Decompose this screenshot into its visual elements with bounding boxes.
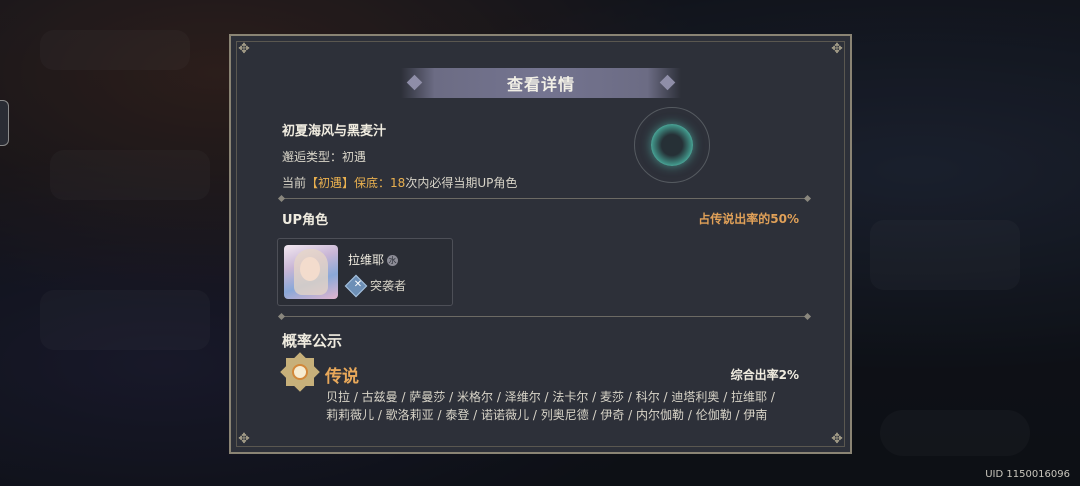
- corner-ornament-icon: ✥: [238, 41, 250, 57]
- details-dialog: ✥ ✥ ✥ ✥ 查看详情 初夏海风与黑麦汁 邂逅类型：初遇 当前【初遇】保底：1…: [229, 34, 852, 454]
- pity-suffix: 次内必得当期UP角色: [405, 176, 518, 190]
- assault-class-icon: ✕: [344, 274, 368, 298]
- character-name: 拉维耶: [348, 253, 385, 267]
- character-portrait: [284, 245, 338, 299]
- up-character-card[interactable]: 拉维耶水 ✕ 突袭者: [277, 238, 453, 306]
- dialog-title-banner: 查看详情: [401, 68, 681, 98]
- dialog-title: 查看详情: [506, 75, 575, 94]
- character-name-row: 拉维耶水: [348, 251, 399, 268]
- legend-rarity-icon: [280, 352, 320, 392]
- encounter-type-row: 邂逅类型：初遇: [282, 148, 366, 165]
- character-list-line: 贝拉 / 古兹曼 / 萨曼莎 / 米格尔 / 泽维尔 / 法卡尔 / 麦莎 / …: [326, 390, 775, 404]
- pity-info-row: 当前【初遇】保底：18次内必得当期UP角色: [282, 174, 517, 191]
- up-character-label: UP角色: [282, 213, 329, 228]
- character-class: 突袭者: [370, 279, 407, 293]
- encounter-type-value: 初遇: [342, 150, 367, 164]
- corner-ornament-icon: ✥: [831, 41, 843, 57]
- section-divider: [282, 198, 807, 199]
- section-divider: [282, 316, 807, 317]
- element-badge-icon: 水: [387, 255, 399, 266]
- user-id: UID 1150016096: [985, 469, 1070, 480]
- banner-name: 初夏海风与黑麦汁: [282, 124, 387, 139]
- side-tab-handle[interactable]: [0, 100, 9, 146]
- character-list-line: 莉莉薇儿 / 歌洛莉亚 / 泰登 / 诺诺薇儿 / 列奥尼德 / 伊奇 / 内尔…: [326, 408, 768, 422]
- banner-orb-icon: [634, 107, 710, 183]
- corner-ornament-icon: ✥: [238, 431, 250, 447]
- corner-ornament-icon: ✥: [831, 431, 843, 447]
- pity-prefix: 当前: [282, 176, 307, 190]
- up-rate-text: 占传说出率的50%: [698, 212, 799, 226]
- legend-character-list: 贝拉 / 古兹曼 / 萨曼莎 / 米格尔 / 泽维尔 / 法卡尔 / 麦莎 / …: [326, 388, 816, 424]
- glowing-orb: [651, 124, 693, 166]
- rarity-rate: 综合出率2%: [730, 368, 799, 382]
- probability-title: 概率公示: [282, 332, 343, 350]
- pity-count: 18: [390, 176, 406, 190]
- encounter-type-label: 邂逅类型：: [282, 150, 343, 164]
- pity-tag: 【初遇】保底：: [306, 176, 391, 190]
- rarity-name: 传说: [325, 367, 359, 387]
